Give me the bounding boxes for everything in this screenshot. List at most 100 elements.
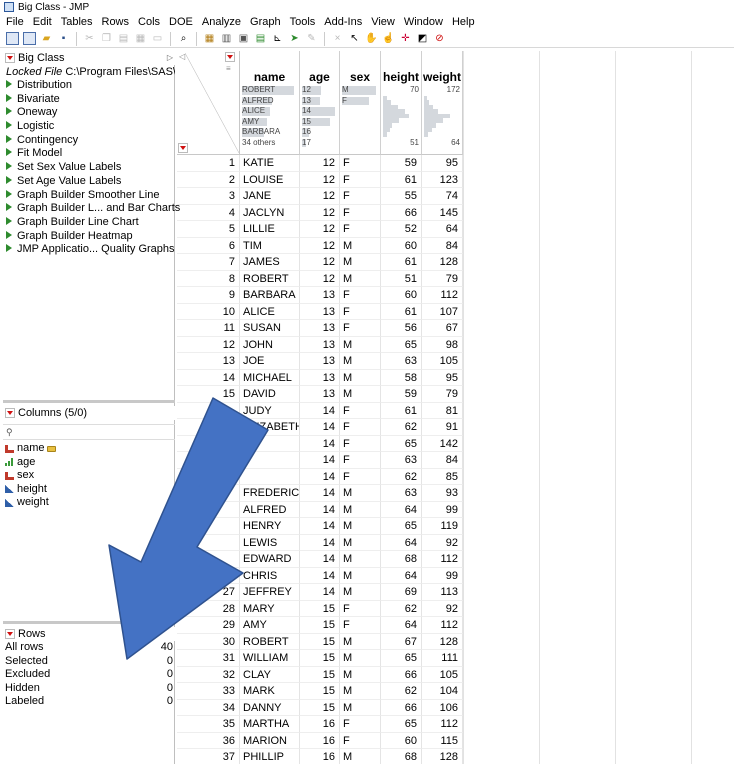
cell-sex[interactable]: M (340, 336, 381, 353)
cell-name[interactable]: LOUISE (240, 171, 300, 188)
cell-height[interactable]: 66 (381, 204, 422, 221)
cell-name[interactable]: JAMES (240, 254, 300, 271)
row-number[interactable]: 31 (177, 650, 240, 667)
cell-weight[interactable]: 85 (422, 468, 463, 485)
cell-age[interactable]: 14 (300, 584, 340, 601)
grid-corner[interactable]: ≡ ◁ (177, 51, 240, 155)
cell-height[interactable]: 61 (381, 303, 422, 320)
cell-name[interactable] (240, 468, 300, 485)
cell-sex[interactable]: F (340, 402, 381, 419)
cell-age[interactable]: 16 (300, 749, 340, 764)
cell-sex[interactable]: M (340, 518, 381, 535)
table-row[interactable]: 2 LOUISE 12 F 61 123 (177, 171, 734, 188)
table-row[interactable]: ELIZABETH 14 F 62 91 (177, 419, 734, 436)
cell-age[interactable]: 15 (300, 699, 340, 716)
column-item-age[interactable]: age (3, 456, 175, 470)
cell-weight[interactable]: 84 (422, 452, 463, 469)
cell-age[interactable]: 15 (300, 650, 340, 667)
fit-y-by-x-icon[interactable]: ▣ (237, 32, 250, 45)
arrow-tool-icon[interactable]: ↖ (348, 32, 361, 45)
cell-age[interactable]: 12 (300, 237, 340, 254)
row-number[interactable]: 29 (177, 617, 240, 634)
cell-weight[interactable]: 142 (422, 435, 463, 452)
cell-weight[interactable]: 81 (422, 402, 463, 419)
table-script-item[interactable]: Graph Builder Heatmap (3, 230, 175, 244)
cell-sex[interactable]: F (340, 617, 381, 634)
table-row[interactable]: 28 MARY 15 F 62 92 (177, 600, 734, 617)
run-script-icon[interactable]: ➤ (288, 32, 301, 45)
cell-height[interactable]: 69 (381, 584, 422, 601)
cell-height[interactable]: 65 (381, 650, 422, 667)
cell-age[interactable]: 13 (300, 303, 340, 320)
cell-sex[interactable]: F (340, 452, 381, 469)
cell-age[interactable]: 14 (300, 452, 340, 469)
cell-height[interactable]: 61 (381, 171, 422, 188)
cell-age[interactable]: 14 (300, 551, 340, 568)
cell-name[interactable] (240, 452, 300, 469)
graph-builder-icon[interactable]: ⊾ (271, 32, 284, 45)
column-item-height[interactable]: height (3, 483, 175, 497)
data-table-icon[interactable]: ▦ (203, 32, 216, 45)
distribution-icon[interactable]: ▥ (220, 32, 233, 45)
cell-height[interactable]: 65 (381, 716, 422, 733)
cell-weight[interactable]: 128 (422, 633, 463, 650)
cell-age[interactable]: 13 (300, 369, 340, 386)
cell-height[interactable]: 62 (381, 683, 422, 700)
cell-sex[interactable]: F (340, 732, 381, 749)
table-row[interactable]: 14 F 62 85 (177, 468, 734, 485)
cell-sex[interactable]: F (340, 188, 381, 205)
save-icon[interactable]: ▪ (57, 32, 70, 45)
cell-height[interactable]: 65 (381, 336, 422, 353)
row-number[interactable]: 11 (177, 320, 240, 337)
run-script-triangle-icon[interactable] (6, 121, 12, 130)
cell-sex[interactable]: M (340, 534, 381, 551)
menu-tables[interactable]: Tables (61, 16, 93, 28)
cell-name[interactable]: ROBERT (240, 633, 300, 650)
cell-name[interactable]: ALFRED (240, 501, 300, 518)
menu-edit[interactable]: Edit (33, 16, 52, 28)
row-number[interactable]: 4 (177, 204, 240, 221)
collapse-icon[interactable]: ▷ (167, 53, 173, 62)
cell-weight[interactable]: 91 (422, 419, 463, 436)
cell-age[interactable]: 16 (300, 732, 340, 749)
cell-name[interactable]: TIM (240, 237, 300, 254)
cell-age[interactable]: 14 (300, 518, 340, 535)
cell-height[interactable]: 68 (381, 551, 422, 568)
run-script-triangle-icon[interactable] (6, 189, 12, 198)
cell-height[interactable]: 63 (381, 353, 422, 370)
cell-weight[interactable]: 74 (422, 188, 463, 205)
cell-name[interactable]: JACLYN (240, 204, 300, 221)
run-script-triangle-icon[interactable] (6, 107, 12, 116)
cell-age[interactable]: 12 (300, 188, 340, 205)
run-script-triangle-icon[interactable] (6, 134, 12, 143)
scroll-left-icon[interactable]: ◁ (179, 52, 185, 61)
row-number[interactable]: 37 (177, 749, 240, 764)
cell-sex[interactable]: F (340, 155, 381, 172)
row-number[interactable]: 5 (177, 221, 240, 238)
run-script-triangle-icon[interactable] (6, 80, 12, 88)
cell-name[interactable]: MARION (240, 732, 300, 749)
row-number[interactable]: 35 (177, 716, 240, 733)
cell-height[interactable]: 61 (381, 402, 422, 419)
menu-rows[interactable]: Rows (102, 16, 130, 28)
cell-sex[interactable]: M (340, 683, 381, 700)
cell-age[interactable]: 12 (300, 270, 340, 287)
column-header-weight[interactable]: weight 172 64 (422, 51, 463, 155)
cell-height[interactable]: 67 (381, 633, 422, 650)
cell-age[interactable]: 15 (300, 617, 340, 634)
table-row[interactable]: 29 AMY 15 F 64 112 (177, 617, 734, 634)
table-script-item[interactable]: Graph Builder Line Chart (3, 216, 175, 230)
cell-height[interactable]: 66 (381, 699, 422, 716)
table-row[interactable]: ALFRED 14 M 64 99 (177, 501, 734, 518)
cell-name[interactable]: JANE (240, 188, 300, 205)
cell-name[interactable]: WILLIAM (240, 650, 300, 667)
cell-sex[interactable]: M (340, 485, 381, 502)
menu-window[interactable]: Window (404, 16, 443, 28)
cell-age[interactable]: 13 (300, 320, 340, 337)
cell-height[interactable]: 62 (381, 600, 422, 617)
cell-height[interactable]: 60 (381, 237, 422, 254)
cell-weight[interactable]: 113 (422, 584, 463, 601)
cell-age[interactable]: 14 (300, 435, 340, 452)
row-number[interactable] (177, 485, 240, 502)
row-number[interactable] (177, 402, 240, 419)
